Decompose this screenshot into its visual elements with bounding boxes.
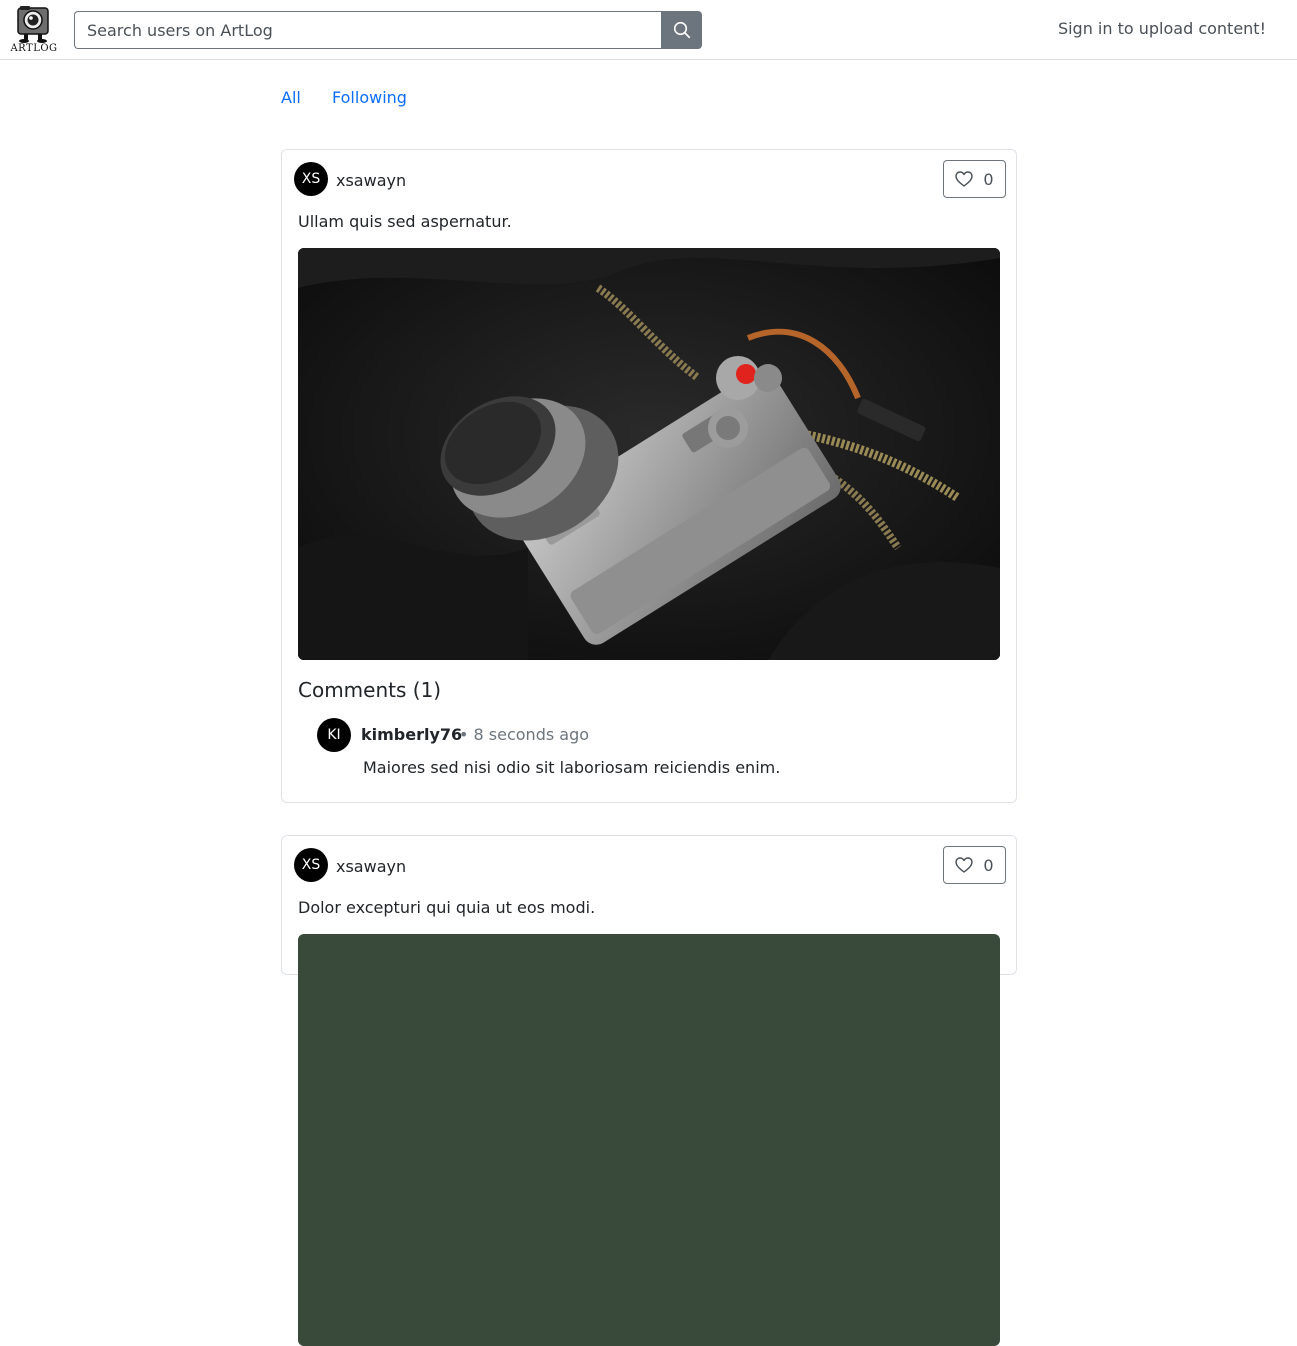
tab-all[interactable]: All xyxy=(281,88,301,107)
comment-timestamp: • 8 seconds ago xyxy=(459,725,590,744)
post-author[interactable]: xsawayn xyxy=(336,857,406,876)
post-image[interactable] xyxy=(298,934,1000,1346)
avatar[interactable]: XS xyxy=(294,162,328,196)
post-caption: Dolor excepturi qui quia ut eos modi. xyxy=(298,898,596,917)
camera-photo xyxy=(298,248,1000,660)
camera-logo-icon xyxy=(17,6,49,43)
tab-following[interactable]: Following xyxy=(332,88,407,107)
comments-title: Comments (1) xyxy=(298,678,442,702)
post-card: XS xsawayn 0 Ullam quis sed aspernatur. xyxy=(281,149,1017,803)
comment-author[interactable]: kimberly76 xyxy=(361,725,462,744)
search-button[interactable] xyxy=(661,11,702,49)
like-count: 0 xyxy=(983,169,994,189)
like-count: 0 xyxy=(983,855,994,875)
user-search-form xyxy=(74,11,702,49)
post-author[interactable]: xsawayn xyxy=(336,171,406,190)
sign-in-link[interactable]: Sign in to upload content! xyxy=(1058,19,1266,38)
like-button[interactable]: 0 xyxy=(943,160,1006,198)
like-button[interactable]: 0 xyxy=(943,846,1006,884)
post-image[interactable] xyxy=(298,248,1000,660)
artlog-logo[interactable]: ARTLOG xyxy=(8,4,60,56)
top-navbar: ARTLOG Sign in to upload content! xyxy=(0,0,1297,60)
search-input[interactable] xyxy=(74,11,661,49)
comment-avatar[interactable]: KI xyxy=(317,718,351,752)
comment-text: Maiores sed nisi odio sit laboriosam rei… xyxy=(363,758,781,777)
avatar[interactable]: XS xyxy=(294,848,328,882)
search-icon xyxy=(673,21,690,39)
heart-outline-icon xyxy=(955,171,974,187)
logo-text: ARTLOG xyxy=(10,43,58,54)
post-caption: Ullam quis sed aspernatur. xyxy=(298,212,512,231)
post-card: XS xsawayn 0 Dolor excepturi qui quia ut… xyxy=(281,835,1017,1346)
heart-outline-icon xyxy=(955,857,974,873)
